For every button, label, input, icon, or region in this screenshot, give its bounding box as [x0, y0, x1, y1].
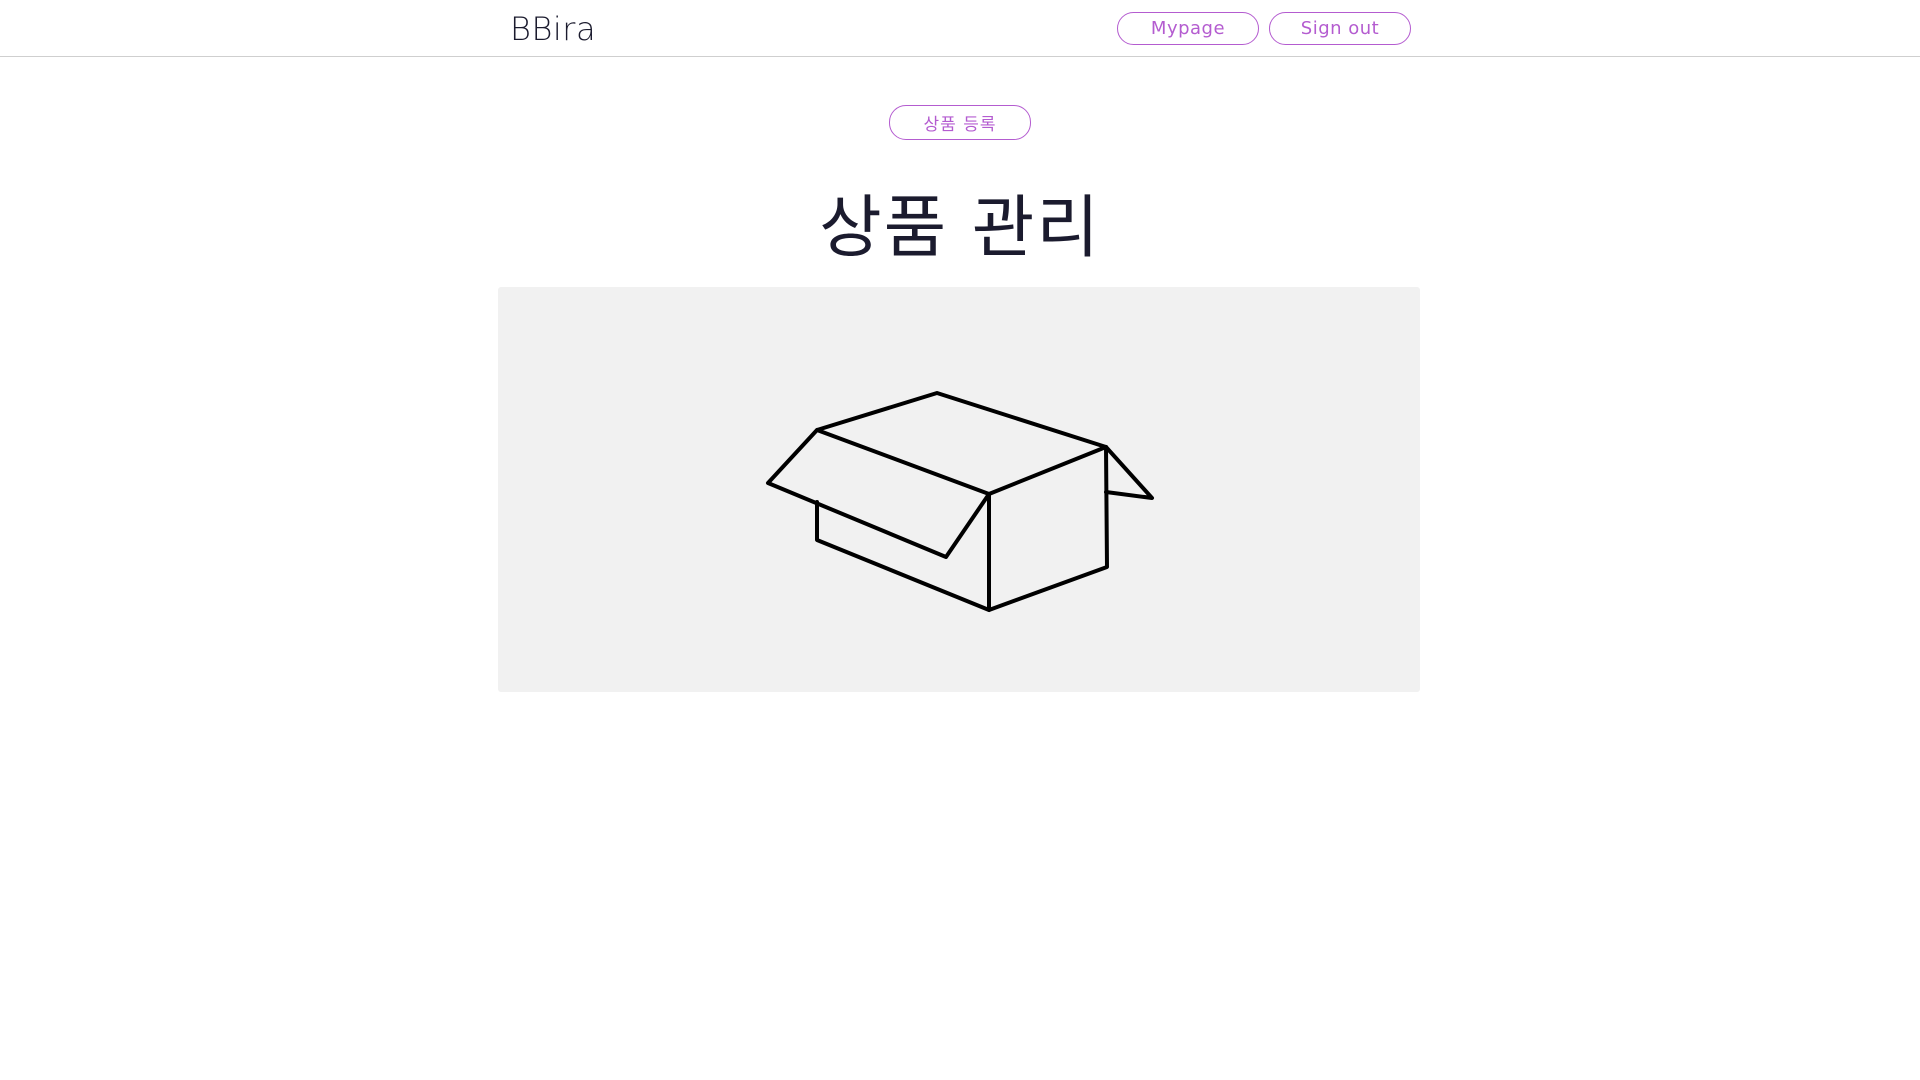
top-header: BBira Mypage Sign out [0, 0, 1920, 57]
brand-logo[interactable]: BBira [510, 10, 596, 48]
register-product-button[interactable]: 상품 등록 [889, 105, 1031, 140]
page-title: 상품 관리 [819, 189, 1101, 268]
empty-box-icon [766, 391, 1154, 612]
mypage-button[interactable]: Mypage [1117, 12, 1259, 45]
sign-out-button[interactable]: Sign out [1269, 12, 1411, 45]
